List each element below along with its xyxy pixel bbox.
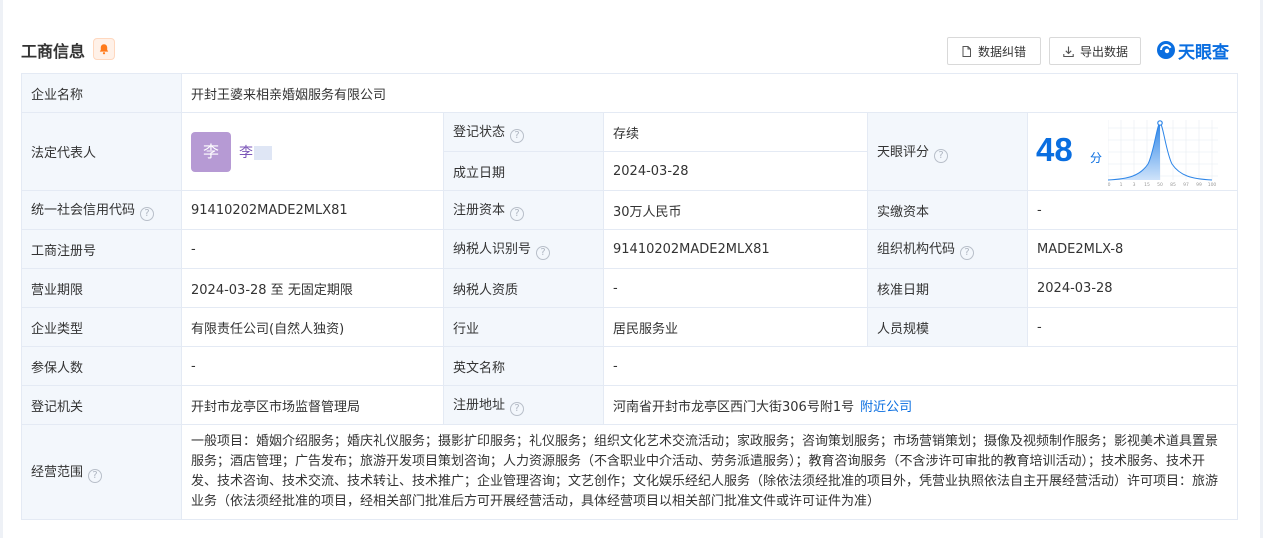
type-value: 有限责任公司(自然人独资) bbox=[181, 307, 444, 347]
page-left-border bbox=[0, 0, 3, 538]
scope-value: 一般项目：婚姻介绍服务；婚庆礼仪服务；摄影扩印服务；礼仪服务；组织文化艺术交流活… bbox=[180, 424, 1239, 520]
legal-rep-label: 法定代表人 bbox=[21, 112, 182, 191]
score-axis-tick: 50 bbox=[1157, 182, 1163, 188]
type-label: 企业类型 bbox=[21, 307, 182, 347]
score-label: 天眼评分? bbox=[867, 112, 1028, 191]
table-row: 统一社会信用代码? 91410202MADE2MLX81 注册资本? 30万人民… bbox=[21, 190, 1239, 230]
term-label: 营业期限 bbox=[21, 268, 182, 308]
help-icon[interactable]: ? bbox=[934, 148, 949, 163]
bell-icon[interactable] bbox=[93, 38, 115, 60]
section-header: 工商信息 数据纠错 导出数据 天眼查 bbox=[21, 36, 1237, 66]
logo-text: 天眼查 bbox=[1178, 42, 1229, 63]
logo-icon bbox=[1157, 41, 1175, 59]
taxpayer-qual-value: - bbox=[603, 268, 868, 308]
data-correction-button[interactable]: 数据纠错 bbox=[947, 37, 1041, 65]
help-icon[interactable]: ? bbox=[510, 129, 525, 143]
score-value: 48 bbox=[1036, 130, 1073, 168]
tianyancha-logo: 天眼查 bbox=[1156, 36, 1229, 64]
authority-label: 登记机关 bbox=[21, 385, 182, 425]
redaction-mask bbox=[254, 145, 272, 160]
founded-value: 2024-03-28 bbox=[603, 151, 868, 191]
reg-status-value: 存续 bbox=[603, 112, 868, 152]
document-icon bbox=[962, 45, 971, 57]
english-name-value: - bbox=[602, 346, 1239, 386]
help-icon[interactable]: ? bbox=[510, 402, 525, 416]
help-icon[interactable]: ? bbox=[510, 207, 525, 221]
taxpayer-id-label: 纳税人识别号? bbox=[443, 229, 604, 269]
credit-code-label: 统一社会信用代码? bbox=[21, 190, 182, 230]
help-icon[interactable]: ? bbox=[140, 207, 155, 221]
org-code-value: MADE2MLX-8 bbox=[1026, 229, 1239, 269]
reg-no-value: - bbox=[181, 229, 444, 269]
table-row: 企业类型 有限责任公司(自然人独资) 行业 居民服务业 人员规模 - bbox=[21, 307, 1239, 347]
help-icon[interactable]: ? bbox=[536, 246, 551, 260]
company-name-label: 企业名称 bbox=[21, 73, 182, 113]
staff-size-label: 人员规模 bbox=[867, 307, 1028, 347]
address-label: 注册地址? bbox=[443, 385, 604, 425]
avatar[interactable]: 李 bbox=[191, 131, 231, 172]
score-axis-tick: 0 bbox=[1108, 182, 1111, 188]
download-icon bbox=[1063, 46, 1074, 57]
legal-rep-name[interactable]: 李 bbox=[239, 142, 272, 162]
term-value: 2024-03-28 至 无固定期限 bbox=[181, 268, 444, 308]
export-data-button[interactable]: 导出数据 bbox=[1049, 37, 1141, 65]
table-row: 营业期限 2024-03-28 至 无固定期限 纳税人资质 - 核准日期 202… bbox=[21, 268, 1239, 308]
score-axis-tick: 15 bbox=[1144, 182, 1150, 188]
section-title: 工商信息 bbox=[21, 42, 86, 61]
address-value: 河南省开封市龙亭区西门大街306号附1号 bbox=[613, 399, 855, 415]
score-axis-tick: 99 bbox=[1196, 182, 1202, 188]
nearby-companies-link[interactable]: 附近公司 bbox=[860, 400, 912, 415]
reg-no-label: 工商注册号 bbox=[21, 229, 182, 269]
score-axis-tick: 85 bbox=[1170, 182, 1176, 188]
approval-date-value: 2024-03-28 bbox=[1026, 268, 1239, 308]
help-icon[interactable]: ? bbox=[960, 246, 975, 260]
taxpayer-qual-label: 纳税人资质 bbox=[443, 268, 604, 308]
insured-value: - bbox=[181, 346, 444, 386]
table-row: 法定代表人 李李 登记状态? 存续 天眼评分? 48 分 0 1 3 15 50… bbox=[21, 112, 1239, 191]
score-axis-tick: 97 bbox=[1183, 182, 1189, 188]
taxpayer-id-value: 91410202MADE2MLX81 bbox=[603, 229, 868, 269]
export-data-label: 导出数据 bbox=[1080, 44, 1129, 59]
reg-capital-value: 30万人民币 bbox=[603, 190, 868, 230]
business-info-table: 企业名称 开封王婆来相亲婚姻服务有限公司 法定代表人 李李 登记状态? 存续 天… bbox=[21, 73, 1239, 520]
founded-label: 成立日期 bbox=[443, 151, 604, 191]
industry-label: 行业 bbox=[443, 307, 604, 347]
credit-code-value: 91410202MADE2MLX81 bbox=[181, 190, 444, 230]
paid-capital-value: - bbox=[1026, 190, 1239, 230]
score-axis-tick: 100 bbox=[1208, 182, 1217, 188]
reg-capital-label: 注册资本? bbox=[443, 190, 604, 230]
data-correction-label: 数据纠错 bbox=[978, 44, 1027, 59]
address-cell: 河南省开封市龙亭区西门大街306号附1号 附近公司 bbox=[602, 385, 1239, 425]
english-name-label: 英文名称 bbox=[443, 346, 604, 386]
reg-status-label: 登记状态? bbox=[443, 112, 604, 152]
table-row: 登记机关 开封市龙亭区市场监督管理局 注册地址? 河南省开封市龙亭区西门大街30… bbox=[21, 385, 1239, 425]
table-row: 经营范围? 一般项目：婚姻介绍服务；婚庆礼仪服务；摄影扩印服务；礼仪服务；组织文… bbox=[21, 424, 1239, 520]
scope-label: 经营范围? bbox=[21, 424, 182, 520]
staff-size-value: - bbox=[1026, 307, 1239, 347]
company-name: 开封王婆来相亲婚姻服务有限公司 bbox=[180, 73, 1239, 113]
score-distribution-chart: 0 1 3 15 50 85 97 99 100 bbox=[1108, 119, 1218, 188]
table-row: 参保人数 - 英文名称 - bbox=[21, 346, 1239, 386]
score-axis-tick: 3 bbox=[1133, 182, 1136, 188]
table-row: 工商注册号 - 纳税人识别号? 91410202MADE2MLX81 组织机构代… bbox=[21, 229, 1239, 269]
help-icon[interactable]: ? bbox=[88, 469, 103, 483]
legal-rep-cell[interactable]: 李李 bbox=[181, 112, 444, 191]
authority-value: 开封市龙亭区市场监督管理局 bbox=[181, 385, 444, 425]
industry-value: 居民服务业 bbox=[603, 307, 868, 347]
table-row: 企业名称 开封王婆来相亲婚姻服务有限公司 bbox=[21, 73, 1239, 113]
org-code-label: 组织机构代码? bbox=[867, 229, 1028, 269]
insured-label: 参保人数 bbox=[21, 346, 182, 386]
score-cell[interactable]: 48 分 0 1 3 15 50 85 97 99 100 bbox=[1026, 112, 1239, 191]
score-axis-tick: 1 bbox=[1120, 182, 1123, 188]
paid-capital-label: 实缴资本 bbox=[867, 190, 1028, 230]
approval-date-label: 核准日期 bbox=[867, 268, 1028, 308]
score-unit: 分 bbox=[1090, 150, 1103, 165]
